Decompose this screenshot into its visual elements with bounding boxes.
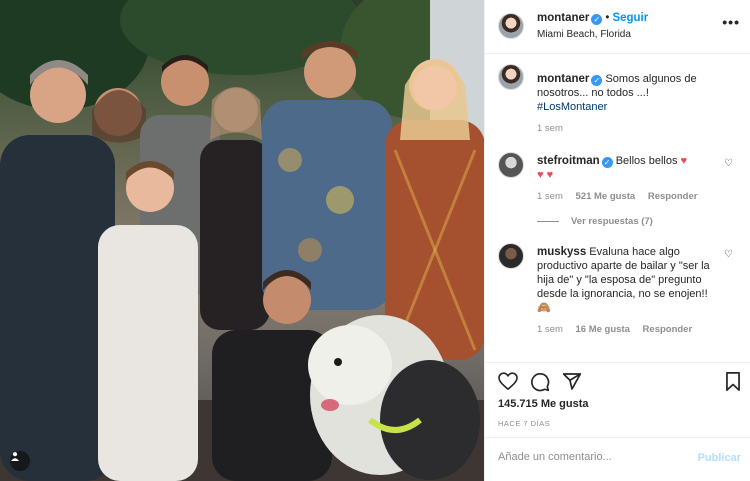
comment-likes[interactable]: 521 Me gusta <box>576 191 636 202</box>
comment-likes[interactable]: 16 Me gusta <box>576 324 630 335</box>
post-header: montaner ✓ • Seguir Miami Beach, Florida ••… <box>485 0 750 54</box>
comment-item: muskyss Evaluna hace algo productivo apa… <box>485 243 750 335</box>
comment-text: muskyss Evaluna hace algo productivo apa… <box>537 243 717 315</box>
replies-divider <box>537 221 559 222</box>
caption: montaner ✓ Somos algunos de nosotros... n… <box>485 64 750 134</box>
post-actions <box>485 362 750 398</box>
comment-composer: Publicar <box>485 437 750 481</box>
comment-username[interactable]: stefroitman <box>537 155 600 167</box>
author-line: montaner ✓ • Seguir <box>537 12 648 25</box>
comment-icon[interactable] <box>530 372 550 392</box>
more-options-icon[interactable]: ••• <box>722 14 740 30</box>
post-location[interactable]: Miami Beach, Florida <box>537 29 631 40</box>
reply-button[interactable]: Responder <box>648 191 698 202</box>
author-username[interactable]: montaner <box>537 12 589 24</box>
heart-emoji-icon: ♥ <box>680 155 688 167</box>
comment-body: Bellos bellos <box>615 155 678 167</box>
comment-meta: 1 sem 521 Me gusta Responder <box>537 191 717 202</box>
comment-time[interactable]: 1 sem <box>537 324 563 335</box>
comments-list: montaner ✓ Somos algunos de nosotros... n… <box>485 64 750 335</box>
comment-time[interactable]: 1 sem <box>537 191 563 202</box>
view-replies-label[interactable]: Ver respuestas (7) <box>571 216 653 227</box>
comment-meta: 1 sem 16 Me gusta Responder <box>537 324 717 335</box>
posted-ago[interactable]: HACE 7 DÍAS <box>498 419 550 428</box>
caption-time[interactable]: 1 sem <box>537 123 563 134</box>
comment-username[interactable]: muskyss <box>537 246 586 258</box>
verified-badge-icon: ✓ <box>601 157 613 168</box>
caption-meta: 1 sem <box>537 123 717 134</box>
follow-button[interactable]: Seguir <box>612 12 648 24</box>
reply-button[interactable]: Responder <box>643 324 693 335</box>
caption-hashtag[interactable]: #LosMontaner <box>537 101 607 113</box>
share-icon[interactable] <box>562 372 582 391</box>
publish-button[interactable]: Publicar <box>698 452 741 464</box>
post-photo[interactable] <box>0 0 484 481</box>
comment-input[interactable] <box>498 451 688 463</box>
hearts-emoji-icon: ♥ ♥ <box>537 169 554 181</box>
commenter-avatar[interactable] <box>498 152 524 178</box>
verified-badge-icon: ✓ <box>591 75 603 86</box>
likes-count[interactable]: 145.715 Me gusta <box>498 398 589 410</box>
photo-illustration <box>0 0 484 481</box>
comment-item: stefroitman ✓ Bellos bellos ♥ ♥ ♥ ♡ 1 sem… <box>485 152 750 227</box>
comment-like-icon[interactable]: ♡ <box>724 158 733 169</box>
comment-like-icon[interactable]: ♡ <box>724 249 733 260</box>
caption-text: montaner ✓ Somos algunos de nosotros... n… <box>537 64 717 114</box>
verified-badge-icon: ✓ <box>591 14 603 25</box>
author-avatar[interactable] <box>498 13 524 39</box>
caption-username[interactable]: montaner <box>537 73 589 85</box>
comment-text: stefroitman ✓ Bellos bellos ♥ ♥ ♥ <box>537 152 717 182</box>
post-side-panel: montaner ✓ • Seguir Miami Beach, Florida ••… <box>484 0 750 481</box>
commenter-avatar[interactable] <box>498 243 524 269</box>
heart-icon[interactable] <box>498 372 518 390</box>
view-replies-button[interactable]: Ver respuestas (7) <box>537 216 717 227</box>
caption-avatar[interactable] <box>498 64 524 90</box>
person-tag-icon[interactable] <box>10 451 30 471</box>
separator-dot: • <box>605 12 610 24</box>
bookmark-icon[interactable] <box>725 372 741 391</box>
